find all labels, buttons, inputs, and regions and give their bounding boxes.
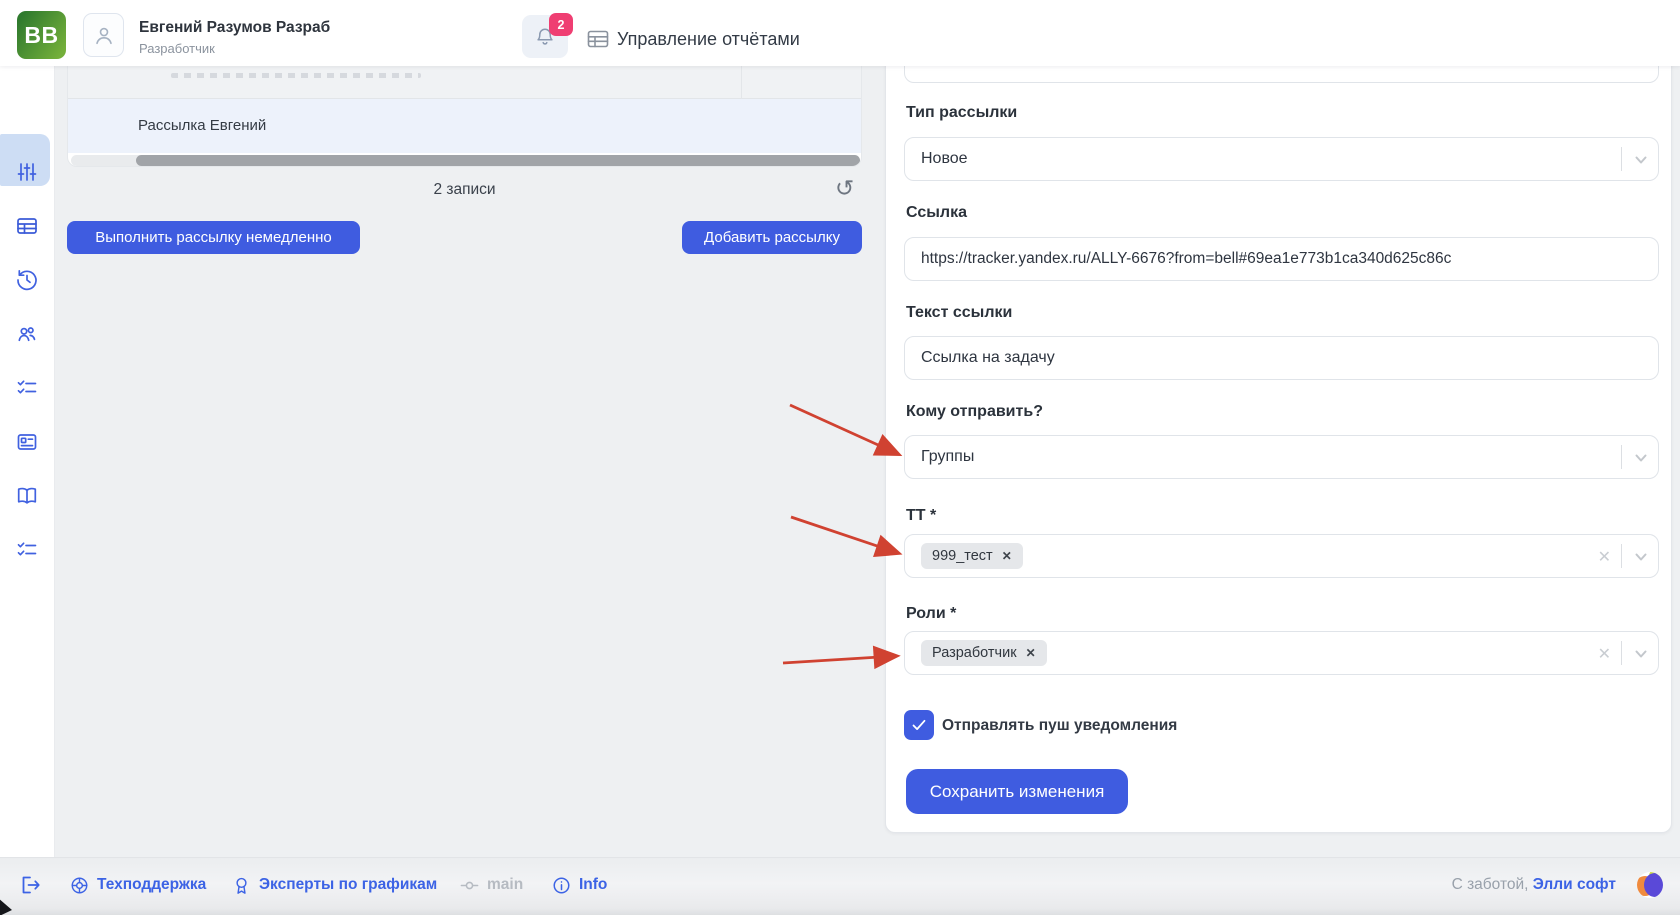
records-count: 2 записи — [67, 181, 862, 199]
sidebar-item-history[interactable] — [15, 268, 39, 292]
mailing-type-label: Тип рассылки — [906, 104, 1017, 124]
info-icon — [551, 875, 572, 896]
sidebar-item-filters[interactable] — [15, 160, 39, 184]
user-name: Евгений Разумов Разраб — [139, 19, 330, 37]
select-divider — [1621, 147, 1622, 171]
info-link-label: Info — [579, 876, 607, 894]
link-text-label: Текст ссылки — [906, 304, 1012, 324]
link-text-value: Ссылка на задачу — [921, 349, 1055, 367]
checklist-icon — [15, 538, 39, 562]
execute-mailing-button[interactable]: Выполнить рассылку немедленно — [67, 221, 360, 254]
select-divider — [1621, 445, 1622, 469]
sidebar — [0, 66, 55, 857]
send-to-value: Группы — [921, 448, 974, 466]
sidebar-item-docs[interactable] — [15, 484, 39, 508]
app-logo[interactable]: BB — [17, 11, 66, 59]
send-to-label: Кому отправить? — [906, 403, 1043, 423]
report-grid-icon — [586, 27, 610, 51]
experts-link[interactable]: Эксперты по графикам — [231, 873, 437, 897]
tt-label: ТТ * — [906, 507, 936, 527]
link-text-input[interactable]: Ссылка на задачу — [904, 336, 1659, 380]
logout-button[interactable] — [19, 873, 43, 897]
open-book-icon — [15, 484, 39, 508]
sidebar-item-tasks[interactable] — [15, 538, 39, 562]
mailing-type-select[interactable]: Новое — [904, 137, 1659, 181]
clear-icon[interactable]: ✕ — [1598, 644, 1611, 664]
table-icon — [15, 214, 39, 238]
support-link[interactable]: Техподдержка — [69, 873, 206, 897]
user-role: Разработчик — [139, 41, 215, 56]
sidebar-item-checklist[interactable] — [15, 376, 39, 400]
sidebar-item-users[interactable] — [15, 322, 39, 346]
experts-link-label: Эксперты по графикам — [259, 876, 437, 894]
roles-tag: Разработчик ✕ — [921, 640, 1047, 666]
footer-signature: С заботой, Элли софт — [1452, 876, 1616, 894]
sidebar-item-card[interactable] — [15, 430, 39, 454]
notification-count-badge: 2 — [549, 13, 573, 36]
save-changes-button[interactable]: Сохранить изменения — [906, 769, 1128, 814]
award-icon — [231, 875, 252, 896]
arrow-to-roles — [783, 656, 896, 663]
link-input[interactable]: https://tracker.yandex.ru/ALLY-6676?from… — [904, 237, 1659, 281]
info-link[interactable]: Info — [551, 873, 607, 897]
top-bar: BB Евгений Разумов Разраб Разработчик 2 … — [0, 0, 1680, 66]
arrow-to-send-to — [790, 405, 898, 454]
chevron-down-icon — [1634, 153, 1648, 167]
roles-label: Роли * — [906, 605, 956, 625]
roles-tag-label: Разработчик — [932, 645, 1017, 661]
link-label: Ссылка — [906, 204, 967, 224]
select-divider — [1621, 641, 1622, 665]
link-value: https://tracker.yandex.ru/ALLY-6676?from… — [921, 250, 1451, 268]
users-icon — [15, 322, 39, 346]
check-icon — [910, 716, 928, 734]
chevron-down-icon — [1634, 550, 1648, 564]
roles-multiselect[interactable]: Разработчик ✕ ✕ — [904, 631, 1659, 675]
add-mailing-button[interactable]: Добавить рассылку — [682, 221, 862, 254]
git-branch-label: main — [487, 876, 523, 894]
tt-multiselect[interactable]: 999_тест ✕ ✕ — [904, 534, 1659, 578]
logo-blob-indigo — [1644, 873, 1663, 897]
mailing-type-value: Новое — [921, 150, 968, 168]
push-checkbox[interactable] — [904, 710, 934, 740]
arrow-to-tt — [791, 517, 898, 553]
support-link-label: Техподдержка — [97, 876, 206, 894]
table-row-selected[interactable]: Рассылка Евгений — [68, 99, 862, 153]
refresh-icon[interactable]: ↺ — [835, 176, 854, 200]
git-commit-icon — [459, 875, 480, 896]
logout-icon — [19, 873, 43, 897]
brand-link[interactable]: Элли софт — [1533, 876, 1616, 893]
tag-remove-icon[interactable]: ✕ — [1026, 646, 1036, 660]
mailing-form-panel: Тип рассылки Новое Ссылка https://tracke… — [885, 40, 1672, 833]
scrollbar-thumb[interactable] — [136, 155, 860, 166]
push-checkbox-label: Отправлять пуш уведомления — [942, 717, 1177, 735]
sidebar-item-reports[interactable] — [15, 214, 39, 238]
clear-icon[interactable]: ✕ — [1598, 547, 1611, 567]
send-to-select[interactable]: Группы — [904, 435, 1659, 479]
page-title: Управление отчётами — [617, 28, 800, 50]
chevron-down-icon — [1634, 647, 1648, 661]
select-divider — [1621, 544, 1622, 568]
user-avatar[interactable] — [83, 13, 124, 57]
app-window: Тип рассылки Новое Ссылка https://tracke… — [0, 0, 1680, 915]
lifebuoy-icon — [69, 875, 90, 896]
person-icon — [92, 23, 116, 47]
git-branch-indicator: main — [459, 873, 523, 897]
tt-tag: 999_тест ✕ — [921, 543, 1023, 569]
elly-soft-logo — [1637, 872, 1663, 898]
id-card-icon — [15, 430, 39, 454]
checklist-icon — [15, 376, 39, 400]
sliders-icon — [15, 160, 39, 184]
history-icon — [15, 268, 39, 292]
clipped-row-text — [171, 73, 421, 78]
tag-remove-icon[interactable]: ✕ — [1002, 549, 1012, 563]
chevron-down-icon — [1634, 451, 1648, 465]
horizontal-scrollbar[interactable] — [71, 155, 860, 166]
signature-prefix: С заботой, — [1452, 876, 1529, 893]
tt-tag-label: 999_тест — [932, 548, 993, 564]
